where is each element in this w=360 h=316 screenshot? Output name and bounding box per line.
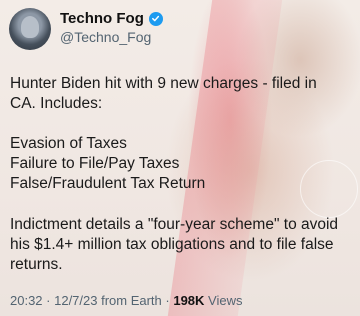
tweet-time[interactable]: 20:32 [10, 293, 43, 308]
author-name-row[interactable]: Techno Fog [60, 10, 163, 27]
tweet-card: Techno Fog @Techno_Fog Hunter Biden hit … [0, 0, 360, 316]
charges-list: Evasion of Taxes Failure to File/Pay Tax… [10, 134, 205, 194]
list-item: False/Fraudulent Tax Return [10, 175, 206, 192]
tweet-meta: 20:32 · 12/7/23 from Earth · 198K Views [10, 293, 242, 308]
list-item: Failure to File/Pay Taxes [10, 155, 180, 172]
tweet-text-line: Hunter Biden hit with 9 new charges - fi… [10, 75, 317, 92]
tweet-paragraph-1: Hunter Biden hit with 9 new charges - fi… [10, 74, 317, 114]
tweet-text-line: CA. Includes: [10, 95, 103, 112]
author-handle[interactable]: @Techno_Fog [60, 29, 151, 45]
separator: · [42, 293, 55, 308]
tweet-text-line: Indictment details a "four-year scheme" … [10, 216, 339, 233]
list-item: Evasion of Taxes [10, 135, 127, 152]
verified-badge-icon [148, 11, 163, 26]
separator: · [161, 293, 174, 308]
avatar[interactable] [9, 8, 51, 50]
views-count: 198K [173, 293, 205, 308]
tweet-text-line: returns. [10, 256, 63, 273]
tweet-paragraph-2: Indictment details a "four-year scheme" … [10, 215, 338, 275]
tweet-date[interactable]: 12/7/23 from Earth [54, 293, 162, 308]
views-label: Views [204, 293, 243, 308]
author-name[interactable]: Techno Fog [60, 10, 144, 27]
tweet-text-line: his $1.4+ million tax obligations and to… [10, 236, 334, 253]
